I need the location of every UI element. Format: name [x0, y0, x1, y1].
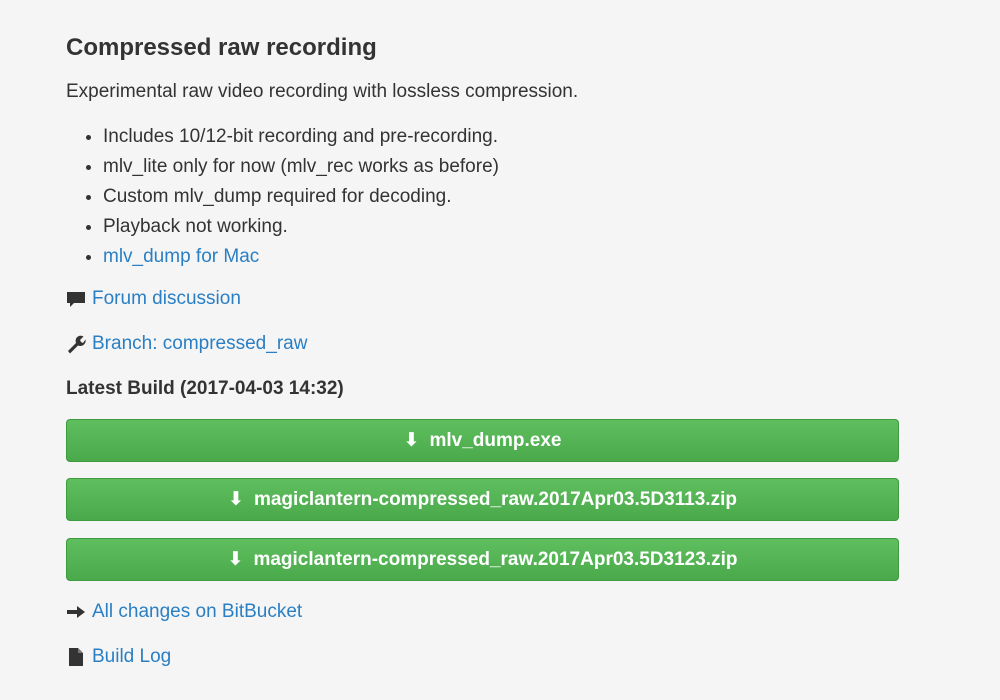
download-arrow-icon: ⬇ [228, 489, 244, 510]
feature-text: Custom mlv_dump required for decoding. [103, 186, 452, 207]
file-icon [66, 647, 86, 667]
section-title: Compressed raw recording [66, 34, 377, 61]
download-5d3113-button[interactable]: ⬇ magiclantern-compressed_raw.2017Apr03.… [66, 478, 899, 521]
branch-link[interactable]: Branch: compressed_raw [92, 333, 307, 355]
download-label: mlv_dump.exe [429, 429, 562, 451]
feature-text: mlv_lite only for now (mlv_rec works as … [103, 156, 499, 177]
forum-row: Forum discussion [66, 288, 241, 310]
branch-row: Branch: compressed_raw [66, 333, 307, 355]
changes-row: All changes on BitBucket [66, 601, 302, 623]
download-arrow-icon: ⬇ [403, 430, 420, 451]
feature-item: Playback not working. [103, 212, 803, 242]
build-log-link[interactable]: Build Log [92, 646, 171, 668]
wrench-icon [66, 334, 86, 354]
download-arrow-icon: ⬇ [227, 549, 244, 570]
feature-item: Custom mlv_dump required for decoding. [103, 182, 803, 212]
feature-list: Includes 10/12-bit recording and pre-rec… [66, 122, 803, 272]
forum-discussion-link[interactable]: Forum discussion [92, 288, 241, 310]
download-label: magiclantern-compressed_raw.2017Apr03.5D… [253, 488, 737, 510]
bitbucket-changes-link[interactable]: All changes on BitBucket [92, 601, 302, 623]
build-log-row: Build Log [66, 646, 171, 668]
mlv-dump-mac-link[interactable]: mlv_dump for Mac [103, 246, 259, 267]
feature-text: Includes 10/12-bit recording and pre-rec… [103, 126, 499, 147]
section-description: Experimental raw video recording with lo… [66, 81, 579, 102]
download-mlv-dump-button[interactable]: ⬇ mlv_dump.exe [66, 419, 899, 462]
feature-text: Playback not working. [103, 216, 288, 237]
comment-icon [66, 289, 86, 309]
feature-item: Includes 10/12-bit recording and pre-rec… [103, 122, 803, 152]
download-5d3123-button[interactable]: ⬇ magiclantern-compressed_raw.2017Apr03.… [66, 538, 899, 581]
arrow-right-icon [66, 602, 86, 622]
download-label: magiclantern-compressed_raw.2017Apr03.5D… [253, 548, 738, 570]
feature-item: mlv_dump for Mac [103, 242, 803, 272]
feature-item: mlv_lite only for now (mlv_rec works as … [103, 152, 803, 182]
latest-build-heading: Latest Build (2017-04-03 14:32) [66, 378, 344, 399]
